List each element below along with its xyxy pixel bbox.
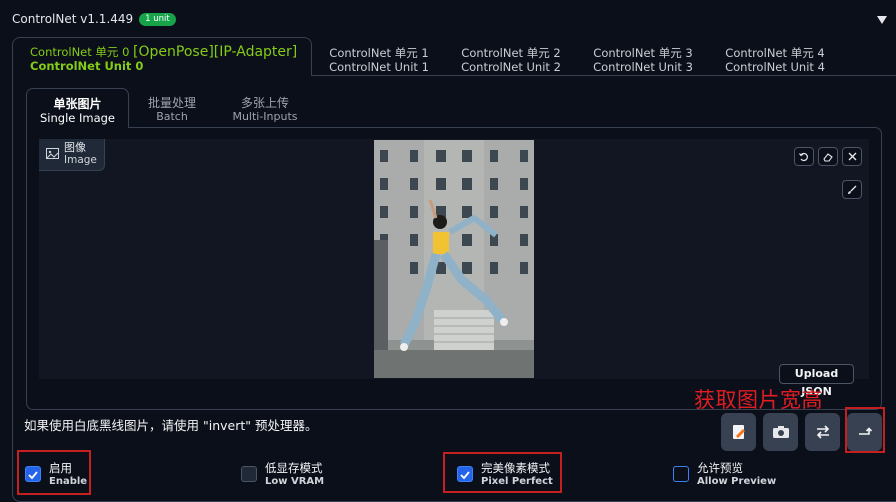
tab-multi-inputs-en: Multi-Inputs [232,110,298,123]
clear-image-button[interactable] [842,147,862,166]
highlight-enable [17,450,91,495]
camera-icon [772,426,789,438]
image-label: 图像 Image [39,139,105,171]
tab-unit-4-title: ControlNet 单元 4 [725,46,825,60]
undo-button[interactable] [794,147,814,166]
tab-unit-2-title: ControlNet 单元 2 [461,46,561,60]
low-vram-label-zh: 低显存模式 [265,461,323,475]
panel-title: ControlNet v1.1.449 [12,12,134,26]
allow-preview-checkbox[interactable] [673,466,689,482]
image-icon [46,148,59,159]
tab-batch[interactable]: 批量处理 Batch [130,88,214,128]
input-mode-tabs: 单张图片 Single Image 批量处理 Batch 多张上传 Multi-… [26,88,896,128]
panel-header[interactable]: ControlNet v1.1.449 1 unit [12,12,176,26]
edit-icon [732,425,745,439]
tab-unit-4-subtitle: ControlNet Unit 4 [725,59,825,74]
tab-single-image-en: Single Image [39,111,116,125]
tab-unit-1-subtitle: ControlNet Unit 1 [329,59,429,74]
eraser-button[interactable] [818,147,838,166]
swap-icon [816,425,829,439]
allow-preview-label: 允许预览 Allow Preview [697,462,776,488]
tab-multi-inputs[interactable]: 多张上传 Multi-Inputs [222,88,308,128]
collapse-icon[interactable] [876,14,888,26]
mirror-swap-button[interactable] [805,413,840,451]
low-vram-label: 低显存模式 Low VRAM [265,462,324,488]
low-vram-checkbox[interactable] [241,466,257,482]
tab-unit-0-title: ControlNet 单元 0 [30,45,130,59]
unit-tabs: ControlNet 单元 0 [OpenPose][IP-Adapter] C… [12,37,896,76]
image-label-en: Image [64,154,97,166]
highlight-pixel-perfect [443,452,562,493]
eraser-icon [823,152,833,162]
invert-hint: 如果使用白底黑线图片，请使用 "invert" 预处理器。 [24,418,318,433]
tab-single-image[interactable]: 单张图片 Single Image [26,88,129,128]
controlnet-panel: ControlNet v1.1.449 1 unit ControlNet 单元… [0,0,896,502]
tab-unit-3[interactable]: ControlNet 单元 3 ControlNet Unit 3 [578,37,708,76]
tab-unit-2[interactable]: ControlNet 单元 2 ControlNet Unit 2 [446,37,576,76]
brush-button[interactable] [842,180,862,199]
tab-unit-1-title: ControlNet 单元 1 [329,46,429,60]
tab-multi-inputs-zh: 多张上传 [240,96,289,110]
tab-unit-4[interactable]: ControlNet 单元 4 ControlNet Unit 4 [710,37,840,76]
allow-preview-label-zh: 允许预览 [697,461,743,475]
tab-unit-3-title: ControlNet 单元 3 [593,46,693,60]
low-vram-label-en: Low VRAM [265,476,325,487]
tab-unit-0-models: [OpenPose][IP-Adapter] [133,44,298,60]
tab-batch-zh: 批量处理 [147,96,196,110]
upload-json-button[interactable]: Upload JSON [779,364,854,398]
annotation-get-dimensions: 获取图片宽高 [694,388,823,412]
undo-icon [799,152,808,161]
tab-unit-3-subtitle: ControlNet Unit 3 [593,59,693,74]
webcam-button[interactable] [763,413,798,451]
close-icon [848,152,856,161]
tab-unit-0-subtitle: ControlNet Unit 0 [30,58,144,73]
tab-batch-en: Batch [156,110,188,123]
tab-unit-2-subtitle: ControlNet Unit 2 [461,59,561,74]
image-label-zh: 图像 [64,141,86,154]
uploaded-photo [374,140,534,378]
highlight-send-dimensions [845,407,885,453]
brush-icon [848,185,857,194]
open-editor-button[interactable] [721,413,756,451]
allow-preview-label-en: Allow Preview [697,476,777,487]
tab-unit-1[interactable]: ControlNet 单元 1 ControlNet Unit 1 [314,37,444,76]
unit-count-badge: 1 unit [139,12,176,26]
tab-unit-0[interactable]: ControlNet 单元 0 [OpenPose][IP-Adapter] C… [12,37,312,76]
tab-single-image-zh: 单张图片 [53,97,102,111]
